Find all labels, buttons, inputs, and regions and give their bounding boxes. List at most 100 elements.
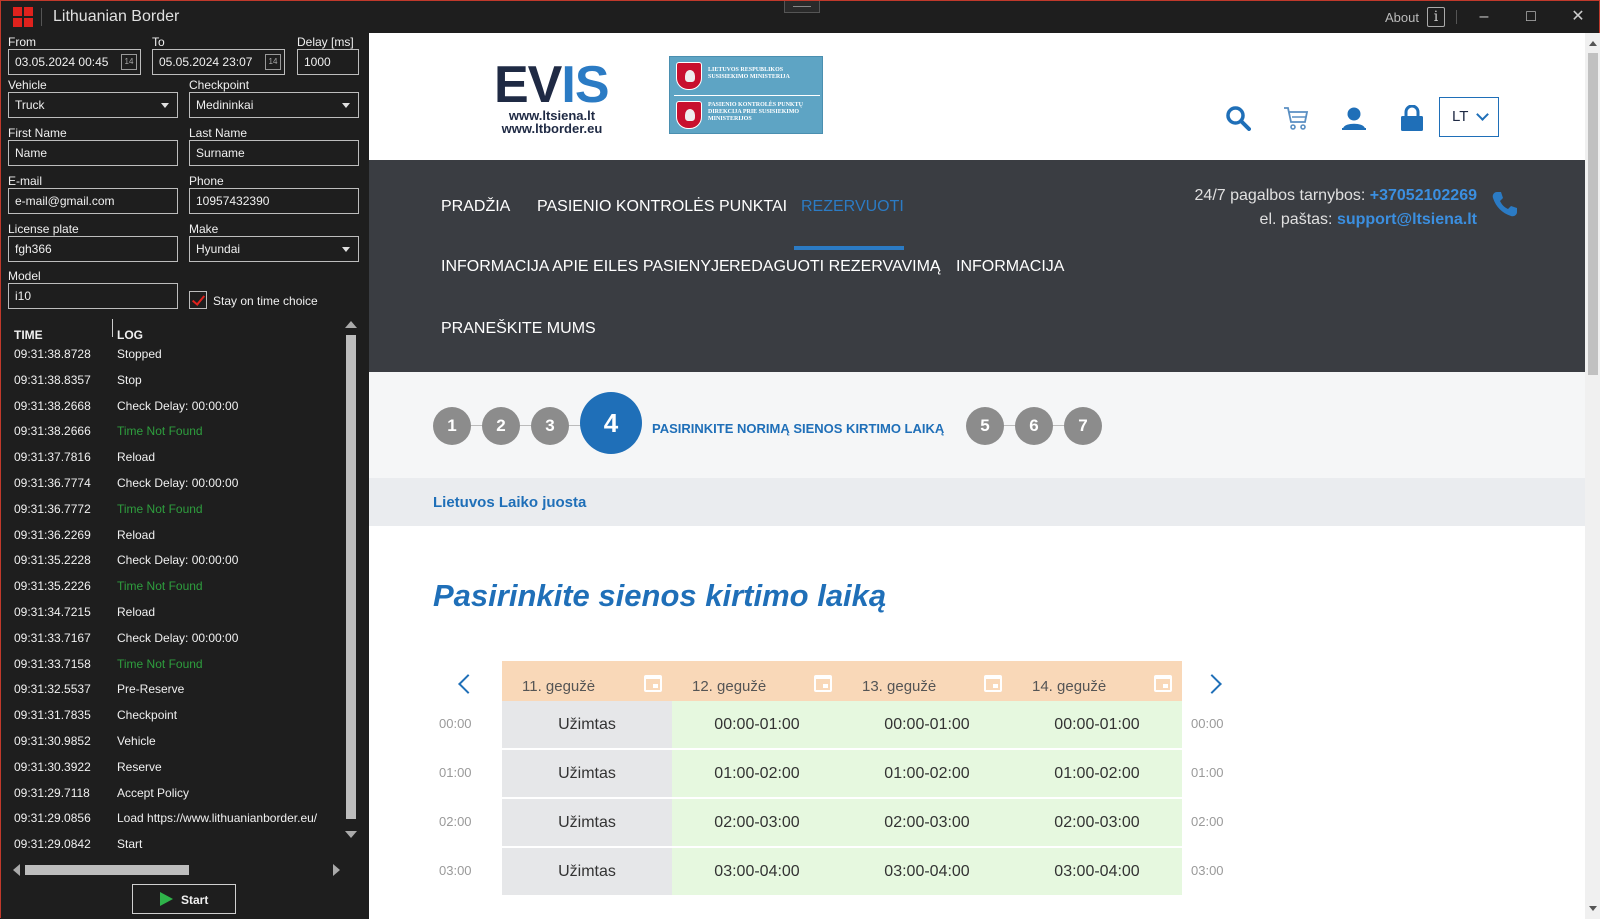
nav-queue-info[interactable]: INFORMACIJA APIE EILES PASIENYJE (441, 258, 730, 276)
log-row[interactable]: 09:31:38.8357 Stop (1, 367, 341, 393)
ministry-logo[interactable]: LIETUVOS RESPUBLIKOS SUSISIEKIMO MINISTE… (669, 56, 823, 134)
ministry-row: PASIENIO KONTROLĖS PUNKTŲ DIREKCIJA PRIE… (674, 98, 820, 132)
close-button[interactable]: ✕ (1563, 5, 1593, 29)
stay-on-time-checkbox[interactable] (189, 291, 207, 309)
help-email-link[interactable]: support@ltsiena.lt (1337, 211, 1477, 228)
search-icon[interactable] (1225, 105, 1251, 131)
log-header-divider[interactable] (112, 319, 113, 337)
evis-logo[interactable]: EVIS (494, 55, 610, 115)
time-slot[interactable]: 01:00-02:00 (842, 750, 1012, 797)
scroll-down-icon[interactable] (1589, 906, 1597, 911)
prev-days-arrow-icon[interactable] (458, 674, 478, 694)
log-row[interactable]: 09:31:37.7816 Reload (1, 444, 341, 470)
model-field[interactable]: i10 (8, 283, 178, 309)
log-row[interactable]: 09:31:29.7118 Accept Policy (1, 780, 341, 806)
title-bar[interactable]: Lithuanian Border About i – □ ✕ (1, 1, 1599, 33)
scroll-thumb[interactable] (1588, 53, 1598, 375)
help-phone-link[interactable]: +37052102269 (1370, 187, 1477, 204)
nav-checkpoints[interactable]: PASIENIO KONTROLĖS PUNKTAI (537, 198, 787, 216)
calendar-icon[interactable]: 14 (121, 54, 137, 70)
log-row[interactable]: 09:31:34.7215 Reload (1, 599, 341, 625)
log-time-header[interactable]: TIME (14, 328, 43, 342)
license-plate-field[interactable]: fgh366 (8, 236, 178, 262)
last-name-field[interactable]: Surname (189, 140, 359, 166)
log-row[interactable]: 09:31:31.7835 Checkpoint (1, 702, 341, 728)
vehicle-select[interactable]: Truck (8, 92, 178, 118)
drag-handle-icon[interactable] (784, 1, 820, 13)
phone-field[interactable]: 10957432390 (189, 188, 359, 214)
nav-report[interactable]: PRANEŠKITE MUMS (441, 320, 596, 338)
log-row[interactable]: 09:31:38.8728 Stopped (1, 341, 341, 367)
from-date-field[interactable]: 03.05.2024 00:45 14 (8, 49, 141, 75)
scroll-thumb[interactable] (346, 335, 356, 819)
log-vertical-scrollbar[interactable] (344, 321, 358, 841)
log-row[interactable]: 09:31:35.2228 Check Delay: 00:00:00 (1, 547, 341, 573)
log-message-header[interactable]: LOG (117, 328, 143, 342)
log-horizontal-scrollbar[interactable] (13, 863, 341, 877)
log-row[interactable]: 09:31:29.0856 Load https://www.lithuanian… (1, 805, 341, 831)
calendar-icon[interactable]: 14 (265, 54, 281, 70)
phone-icon[interactable] (1491, 190, 1519, 218)
calendar-icon[interactable] (644, 675, 662, 692)
time-slot[interactable]: 01:00-02:00 (672, 750, 842, 797)
log-row[interactable]: 09:31:32.5537 Pre-Reserve (1, 676, 341, 702)
scroll-left-icon[interactable] (13, 864, 20, 876)
user-icon[interactable] (1341, 105, 1367, 131)
time-slot[interactable]: 01:00-02:00 (1012, 750, 1182, 797)
calendar-icon[interactable] (1154, 675, 1172, 692)
time-slot[interactable]: 00:00-01:00 (842, 701, 1012, 748)
step-1[interactable]: 1 (433, 407, 471, 445)
log-row[interactable]: 09:31:29.0842 Start (1, 831, 341, 857)
checkpoint-select[interactable]: Medininkai (189, 92, 359, 118)
time-slot[interactable]: 02:00-03:00 (1012, 799, 1182, 846)
cart-icon[interactable] (1283, 105, 1309, 131)
maximize-button[interactable]: □ (1516, 5, 1546, 29)
log-time: 09:31:36.2269 (14, 527, 91, 542)
log-row[interactable]: 09:31:36.2269 Reload (1, 522, 341, 548)
nav-edit-reservation[interactable]: REDAGUOTI REZERVAVIMĄ (729, 258, 941, 276)
lock-icon[interactable] (1399, 105, 1425, 131)
log-row[interactable]: 09:31:36.7774 Check Delay: 00:00:00 (1, 470, 341, 496)
email-field[interactable]: e-mail@gmail.com (8, 188, 178, 214)
next-days-arrow-icon[interactable] (1202, 674, 1222, 694)
scroll-right-icon[interactable] (333, 864, 340, 876)
time-slot[interactable]: 02:00-03:00 (672, 799, 842, 846)
log-row[interactable]: 09:31:30.3922 Reserve (1, 754, 341, 780)
info-icon[interactable]: i (1427, 7, 1445, 27)
time-slot[interactable]: 00:00-01:00 (1012, 701, 1182, 748)
logo-url-2: www.ltborder.eu (501, 121, 603, 136)
time-slot[interactable]: 03:00-04:00 (1012, 848, 1182, 895)
nav-reserve[interactable]: REZERVUOTI (801, 198, 904, 216)
log-row[interactable]: 09:31:38.2666 Time Not Found (1, 418, 341, 444)
time-slot[interactable]: 00:00-01:00 (672, 701, 842, 748)
browser-vertical-scrollbar[interactable] (1585, 33, 1600, 919)
about-button[interactable]: About (1385, 10, 1419, 25)
log-row[interactable]: 09:31:33.7158 Time Not Found (1, 651, 341, 677)
to-date-field[interactable]: 05.05.2024 23:07 14 (152, 49, 285, 75)
delay-field[interactable]: 1000 (297, 49, 359, 75)
time-slot[interactable]: 03:00-04:00 (842, 848, 1012, 895)
log-row[interactable]: 09:31:33.7167 Check Delay: 00:00:00 (1, 625, 341, 651)
nav-information[interactable]: INFORMACIJA (956, 258, 1064, 276)
calendar-icon[interactable] (984, 675, 1002, 692)
step-2[interactable]: 2 (482, 407, 520, 445)
language-select[interactable]: LT (1439, 97, 1499, 137)
first-name-field[interactable]: Name (8, 140, 178, 166)
time-slot[interactable]: 03:00-04:00 (672, 848, 842, 895)
scroll-up-icon[interactable] (345, 321, 357, 328)
from-date-value: 03.05.2024 00:45 (15, 55, 109, 69)
time-slot[interactable]: 02:00-03:00 (842, 799, 1012, 846)
scroll-thumb[interactable] (25, 865, 189, 875)
scroll-down-icon[interactable] (345, 831, 357, 838)
minimize-button[interactable]: – (1469, 5, 1499, 29)
start-button[interactable]: Start (132, 884, 236, 914)
calendar-icon[interactable] (814, 675, 832, 692)
scroll-up-icon[interactable] (1589, 41, 1597, 46)
log-row[interactable]: 09:31:38.2668 Check Delay: 00:00:00 (1, 393, 341, 419)
log-row[interactable]: 09:31:36.7772 Time Not Found (1, 496, 341, 522)
make-select[interactable]: Hyundai (189, 236, 359, 262)
nav-home[interactable]: PRADŽIA (441, 198, 510, 216)
log-row[interactable]: 09:31:30.9852 Vehicle (1, 728, 341, 754)
log-row[interactable]: 09:31:35.2226 Time Not Found (1, 573, 341, 599)
step-3[interactable]: 3 (531, 407, 569, 445)
